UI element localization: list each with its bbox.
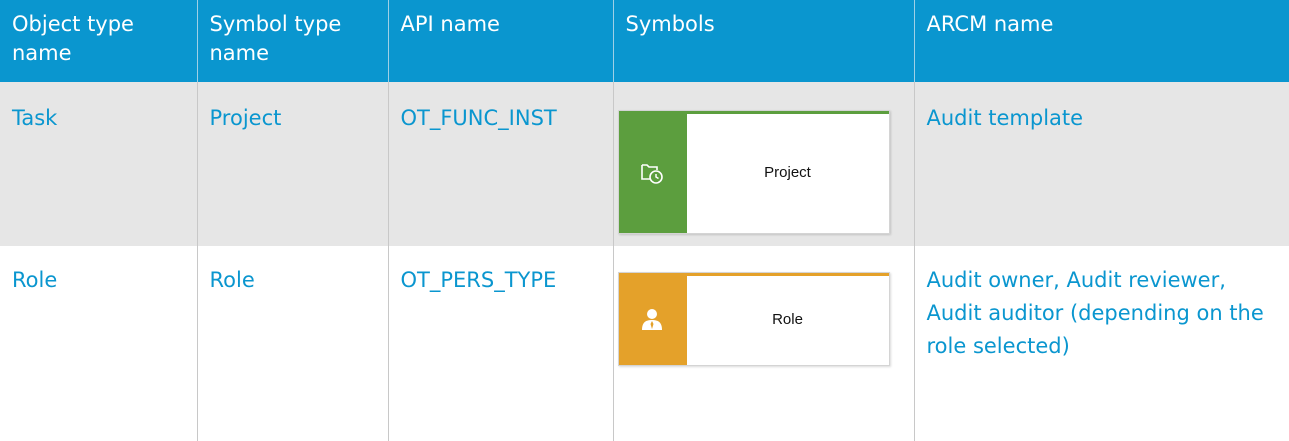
table-header-row: Object type name Symbol type name API na… — [0, 0, 1289, 82]
object-mapping-table: Object type name Symbol type name API na… — [0, 0, 1289, 441]
api-name-link[interactable]: OT_FUNC_INST — [387, 82, 613, 246]
symbol-label: Project — [764, 163, 811, 181]
symbol-type-link[interactable]: Project — [196, 82, 388, 246]
symbol-cell: Role — [612, 246, 914, 441]
arcm-name-link[interactable]: Audit template — [913, 82, 1289, 246]
role-symbol: Role — [617, 272, 890, 366]
symbol-label: Role — [772, 310, 803, 328]
project-symbol: Project — [617, 110, 890, 234]
header-object-type-name: Object type name — [0, 0, 197, 82]
arcm-name-link[interactable]: Audit owner, Audit reviewer, Audit audit… — [913, 246, 1289, 441]
api-name-link[interactable]: OT_PERS_TYPE — [387, 246, 613, 441]
object-type-link[interactable]: Task — [0, 82, 197, 246]
symbol-type-link[interactable]: Role — [196, 246, 388, 441]
table-row: Task Project OT_FUNC_INST Project Audit … — [0, 82, 1289, 246]
project-folder-clock-icon — [640, 164, 663, 184]
symbol-cell: Project — [612, 82, 914, 246]
header-arcm-name: ARCM name — [913, 0, 1289, 82]
header-api-name: API name — [387, 0, 613, 82]
object-type-link[interactable]: Role — [0, 246, 197, 441]
person-icon — [641, 309, 662, 330]
header-symbols: Symbols — [612, 0, 914, 82]
table-row: Role Role OT_PERS_TYPE Role Audit owner,… — [0, 246, 1289, 441]
header-symbol-type-name: Symbol type name — [196, 0, 388, 82]
